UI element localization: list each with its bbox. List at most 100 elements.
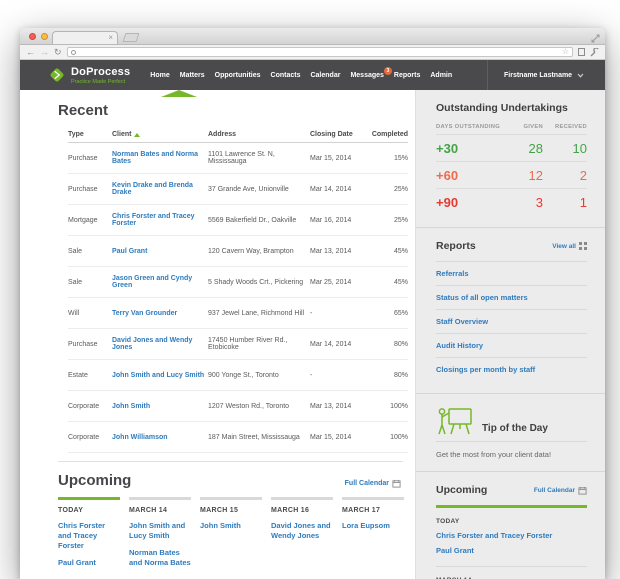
tab-close-icon[interactable]: × bbox=[108, 34, 113, 42]
upcoming-entry-link[interactable]: John Smith bbox=[200, 521, 262, 531]
day-bar bbox=[200, 497, 262, 500]
sidebar-full-calendar-label: Full Calendar bbox=[534, 487, 575, 494]
forward-icon[interactable]: → bbox=[40, 48, 49, 57]
cell-closing-date: Mar 15, 2014 bbox=[310, 434, 370, 441]
user-name: Firstname Lastname bbox=[504, 72, 572, 79]
sidebar-full-calendar-link[interactable]: Full Calendar bbox=[534, 486, 587, 495]
client-link[interactable]: John Smith bbox=[112, 403, 208, 410]
nav-item-contacts[interactable]: Contacts bbox=[271, 72, 301, 79]
section-divider bbox=[58, 461, 403, 462]
wrench-menu-icon[interactable] bbox=[590, 48, 599, 57]
sort-ascending-icon bbox=[134, 133, 140, 137]
sidebar-upcoming-header: Upcoming Full Calendar bbox=[436, 484, 587, 496]
nav-item-admin[interactable]: Admin bbox=[430, 72, 452, 79]
browser-tab[interactable]: × bbox=[52, 31, 118, 44]
sidebar-upcoming-entry-link[interactable]: Paul Grant bbox=[436, 546, 587, 555]
column-header-completed[interactable]: Completed bbox=[370, 131, 408, 138]
undertakings-received: 2 bbox=[543, 168, 587, 183]
cell-closing-date: Mar 25, 2014 bbox=[310, 279, 370, 286]
address-bar[interactable]: ☆ bbox=[67, 47, 573, 57]
cell-address: 37 Grande Ave, Unionville bbox=[208, 186, 310, 193]
client-link[interactable]: Terry Van Grounder bbox=[112, 310, 208, 317]
undertakings-label: +30 bbox=[436, 141, 511, 156]
browser-titlebar: × bbox=[20, 28, 605, 45]
outstanding-undertakings-section: Outstanding Undertakings DAYS OUTSTANDIN… bbox=[416, 90, 605, 228]
undertakings-label: +60 bbox=[436, 168, 511, 183]
upcoming-entry-link[interactable]: David Jones and Wendy Jones bbox=[271, 521, 333, 541]
column-header-closing-date[interactable]: Closing Date bbox=[310, 131, 370, 138]
upcoming-entry-link[interactable]: Chris Forster and Tracey Forster bbox=[58, 521, 120, 551]
nav-item-messages-label: Messages bbox=[350, 72, 383, 79]
reports-list: Referrals Status of all open matters Sta… bbox=[436, 261, 587, 381]
report-link-staff-overview[interactable]: Staff Overview bbox=[436, 309, 587, 333]
undertakings-row-60: +60 12 2 bbox=[436, 161, 587, 188]
sidebar-upcoming-entry-link[interactable]: Chris Forster and Tracey Forster bbox=[436, 531, 587, 540]
client-link[interactable]: David Jones and Wendy Jones bbox=[112, 337, 208, 351]
client-link[interactable]: Jason Green and Cyndy Green bbox=[112, 275, 208, 289]
view-all-link[interactable]: View all bbox=[552, 242, 587, 250]
table-row: Purchase David Jones and Wendy Jones 174… bbox=[68, 329, 408, 360]
tip-text: Get the most from your client data! bbox=[436, 450, 587, 459]
brand-logo[interactable]: DoProcess Practice Made Perfect bbox=[48, 66, 130, 85]
cell-completed: 100% bbox=[370, 403, 408, 410]
column-header-type[interactable]: Type bbox=[68, 131, 112, 138]
upcoming-entry-link[interactable]: John Smith and Lucy Smith bbox=[129, 521, 191, 541]
page-action-icon[interactable] bbox=[578, 48, 585, 56]
nav-item-opportunities[interactable]: Opportunities bbox=[215, 72, 261, 79]
day-label: MARCH 16 bbox=[271, 507, 333, 514]
nav-item-reports[interactable]: Reports bbox=[394, 72, 420, 79]
nav-item-messages[interactable]: Messages 3 bbox=[350, 72, 383, 79]
client-link[interactable]: Paul Grant bbox=[112, 248, 208, 255]
browser-window: × ← → ↻ ☆ bbox=[20, 28, 605, 579]
cell-completed: 80% bbox=[370, 341, 408, 348]
cell-completed: 100% bbox=[370, 434, 408, 441]
nav-item-matters[interactable]: Matters bbox=[180, 72, 205, 79]
report-link-audit-history[interactable]: Audit History bbox=[436, 333, 587, 357]
day-bar bbox=[342, 497, 404, 500]
sidebar-day-label: TODAY bbox=[436, 518, 587, 525]
column-header-client[interactable]: Client bbox=[112, 131, 208, 138]
reports-section: Reports View all Referrals Status of all… bbox=[416, 228, 605, 394]
full-calendar-link[interactable]: Full Calendar bbox=[345, 479, 401, 488]
nav-item-home[interactable]: Home bbox=[150, 72, 169, 79]
cell-closing-date: Mar 14, 2014 bbox=[310, 341, 370, 348]
nav-item-calendar[interactable]: Calendar bbox=[310, 72, 340, 79]
cell-type: Purchase bbox=[68, 341, 112, 348]
reload-icon[interactable]: ↻ bbox=[54, 48, 62, 57]
page-body: Recent Type Client Address Closing Date … bbox=[20, 90, 605, 579]
site-icon bbox=[71, 50, 76, 55]
new-tab-button[interactable] bbox=[123, 33, 140, 42]
cell-completed: 25% bbox=[370, 186, 408, 193]
cell-closing-date: Mar 13, 2014 bbox=[310, 403, 370, 410]
close-window-button[interactable] bbox=[29, 33, 36, 40]
client-link[interactable]: Norman Bates and Norma Bates bbox=[112, 151, 208, 165]
client-link[interactable]: John Williamson bbox=[112, 434, 208, 441]
table-row: Corporate John Smith 1207 Weston Rd., To… bbox=[68, 391, 408, 422]
presenter-easel-icon bbox=[436, 406, 474, 436]
client-link[interactable]: John Smith and Lucy Smith bbox=[112, 372, 208, 379]
column-header-address[interactable]: Address bbox=[208, 131, 310, 138]
table-row: Estate John Smith and Lucy Smith 900 Yon… bbox=[68, 360, 408, 391]
undertakings-col-given: GIVEN bbox=[511, 124, 543, 130]
tip-title: Tip of the Day bbox=[482, 423, 548, 436]
user-menu[interactable]: Firstname Lastname bbox=[487, 60, 605, 90]
client-link[interactable]: Chris Forster and Tracey Forster bbox=[112, 213, 208, 227]
sidebar-upcoming-title: Upcoming bbox=[436, 484, 487, 496]
upcoming-entry-link[interactable]: Paul Grant bbox=[58, 558, 120, 568]
client-link[interactable]: Kevin Drake and Brenda Drake bbox=[112, 182, 208, 196]
bookmark-star-icon[interactable]: ☆ bbox=[562, 48, 569, 56]
report-link-referrals[interactable]: Referrals bbox=[436, 261, 587, 285]
recent-table-header: Type Client Address Closing Date Complet… bbox=[68, 127, 408, 143]
back-icon[interactable]: ← bbox=[26, 48, 35, 57]
cell-completed: 15% bbox=[370, 155, 408, 162]
resize-corner-icon[interactable] bbox=[591, 30, 600, 48]
upcoming-entry-link[interactable]: Lora Eupsom bbox=[342, 521, 404, 531]
table-row: Purchase Norman Bates and Norma Bates 11… bbox=[68, 143, 408, 174]
report-link-status[interactable]: Status of all open matters bbox=[436, 285, 587, 309]
upcoming-entry-link[interactable]: Norman Bates and Norma Bates bbox=[129, 548, 191, 568]
minimize-window-button[interactable] bbox=[41, 33, 48, 40]
cell-type: Purchase bbox=[68, 155, 112, 162]
cell-completed: 25% bbox=[370, 217, 408, 224]
undertakings-given: 28 bbox=[511, 141, 543, 156]
report-link-closings[interactable]: Closings per month by staff bbox=[436, 357, 587, 381]
